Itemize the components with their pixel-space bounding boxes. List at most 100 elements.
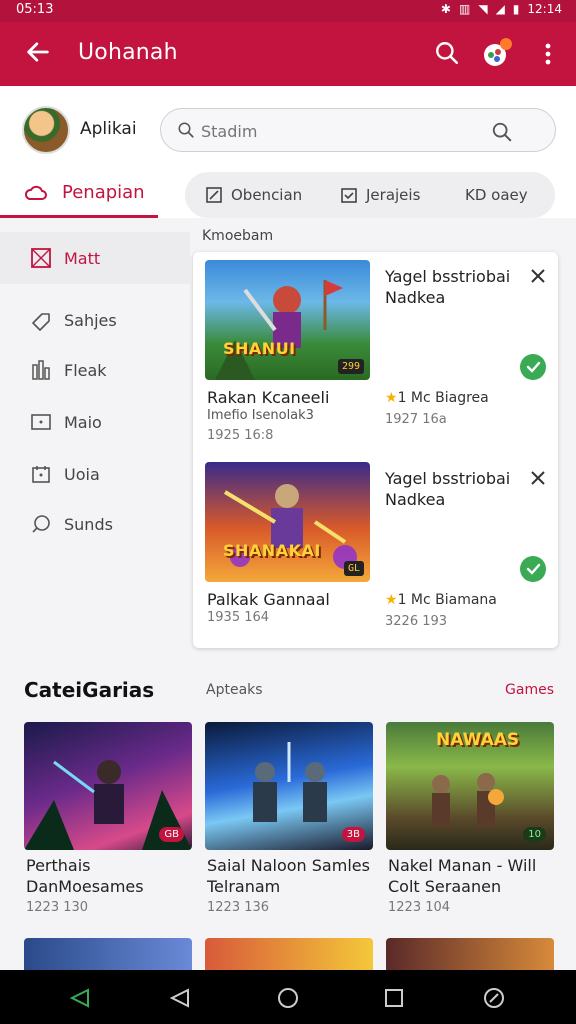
more-options-icon[interactable] [538, 40, 558, 68]
tab-penapian[interactable]: Penapian [0, 172, 158, 218]
system-nav-bar [0, 970, 576, 1024]
category-line-1: Saial Naloon Samles [207, 856, 370, 875]
category-tile-peek[interactable] [24, 938, 192, 970]
category-badge: 10 [523, 827, 546, 842]
category-tile[interactable]: GB Perthais DanMoesames 1223 130 [24, 722, 192, 922]
sidebar-item-maio[interactable]: Maio [0, 396, 190, 448]
game-thumbnail[interactable]: SHANAKAI GL [205, 462, 370, 582]
notification-icon[interactable] [480, 36, 514, 70]
sidebar-item-uoia[interactable]: Uoia [0, 448, 190, 500]
search-input[interactable] [201, 119, 481, 143]
category-line-2: Telranam [207, 877, 281, 896]
profile-search-row: Aplikai [0, 86, 576, 172]
game-name: Palkak Gannaal [207, 590, 330, 609]
tab-label: Penapian [62, 182, 145, 203]
category-image[interactable]: GB [24, 722, 192, 850]
avatar[interactable] [22, 106, 70, 154]
back-arrow-icon[interactable] [24, 38, 52, 66]
sidebar-item-sahjes[interactable]: Sahjes [0, 294, 190, 346]
category-tile[interactable]: 3B Saial Naloon Samles Telranam 1223 136 [205, 722, 373, 922]
sidebar-item-fleak[interactable]: Fleak [0, 344, 190, 396]
wifi-icon: ◥ [478, 2, 488, 16]
categories-subtitle[interactable]: Apteaks [206, 682, 263, 698]
categories-title: CateiGarias [24, 678, 155, 702]
check-mark [526, 563, 541, 575]
nfc-icon: ▥ [458, 2, 471, 16]
sidebar-item-label: Fleak [64, 360, 107, 380]
signal-icon: ◢ [495, 2, 505, 16]
categories-link[interactable]: Games [505, 682, 554, 698]
category-line-2: DanMoesames [26, 877, 144, 896]
category-meta: 1223 130 [26, 900, 89, 915]
back-nav-icon[interactable] [68, 986, 92, 1010]
status-time: 05:13 [16, 2, 54, 17]
bars-icon [32, 360, 50, 380]
tab-jerajeis[interactable]: Jerajeis [340, 184, 420, 206]
category-badge: 3B [341, 827, 365, 842]
sidebar-item-sunds[interactable]: Sunds [0, 498, 190, 550]
close-icon[interactable] [530, 268, 546, 284]
search-icon[interactable] [434, 40, 460, 66]
tab-obencian[interactable]: Obencian [205, 184, 302, 206]
category-tile[interactable]: NAWAAS 10 Nakel Manan - Will Colt Seraan… [386, 722, 554, 922]
game-meta-2: 3226 193 [385, 614, 448, 629]
game-rating: ★1 Mc Biagrea [385, 390, 489, 406]
category-tile-peek[interactable] [205, 938, 373, 970]
game-thumb-badge: GL [343, 561, 364, 576]
rating-text: 1 Mc Biamana [397, 592, 497, 608]
category-image[interactable]: 3B [205, 722, 373, 850]
sidebar: Matt Sahjes Fleak Maio Uoia Sunds [0, 218, 190, 668]
check-icon[interactable] [520, 354, 546, 380]
app-bar: Uohanah [0, 22, 576, 86]
app-title: Uohanah [78, 40, 178, 65]
edit-box-icon [206, 187, 222, 203]
game-subtitle: Imefio Isenolak3 [207, 408, 314, 423]
tab-label: Jerajeis [366, 186, 421, 204]
tabs-row: Penapian Obencian Jerajeis KD oaey [0, 172, 576, 218]
sidebar-item-label: Sunds [64, 514, 113, 534]
search-icon [178, 122, 194, 138]
game-name: Rakan Kcaneeli [207, 388, 330, 407]
assistant-icon[interactable] [482, 986, 506, 1010]
game-card[interactable]: SHANUI 299 Rakan Kcaneeli Imefio Isenola… [193, 252, 558, 448]
star-icon: ★ [385, 592, 398, 608]
status-bar: 05:13 ✱ ▥ ◥ ◢ ▮ 12:14 [0, 0, 576, 22]
tab-kd-oaey[interactable]: KD oaey [465, 184, 528, 206]
calendar-icon [32, 466, 50, 483]
game-meta: 1935 164 [207, 610, 270, 625]
chat-icon [32, 515, 50, 533]
profile-name: Aplikai [80, 119, 137, 139]
section-label: Kmoebam [202, 228, 274, 244]
category-image[interactable]: NAWAAS 10 [386, 722, 554, 850]
sidebar-item-matt[interactable]: Matt [0, 232, 190, 284]
check-icon[interactable] [520, 556, 546, 582]
game-meta: 1925 16:8 [207, 428, 274, 443]
tag-icon [32, 313, 50, 331]
status-icons: ✱ ▥ ◥ ◢ ▮ 12:14 [441, 2, 562, 16]
category-line-1: Nakel Manan - Will [388, 856, 537, 875]
search-bar[interactable] [160, 108, 556, 152]
bluetooth-icon: ✱ [440, 2, 451, 16]
back-triangle-icon[interactable] [168, 986, 192, 1010]
category-meta: 1223 104 [388, 900, 451, 915]
tab-label: KD oaey [465, 186, 528, 204]
game-thumbnail[interactable]: SHANUI 299 [205, 260, 370, 380]
sidebar-item-label: Maio [64, 412, 102, 432]
box-icon [31, 248, 51, 268]
game-card[interactable]: SHANAKAI GL Palkak Gannaal 1935 164 Yage… [193, 454, 558, 650]
category-meta: 1223 136 [207, 900, 270, 915]
sidebar-item-label: Sahjes [64, 310, 117, 330]
mail-icon [31, 414, 51, 430]
home-icon[interactable] [276, 986, 300, 1010]
close-icon[interactable] [530, 470, 546, 486]
search-submit-icon[interactable] [491, 121, 513, 143]
game-thumb-title: SHANAKAI [223, 541, 321, 560]
recents-icon[interactable] [382, 986, 406, 1010]
category-tile-peek[interactable] [386, 938, 554, 970]
check-mark [526, 361, 541, 373]
status-clock-right: 12:14 [527, 2, 562, 16]
star-icon: ★ [385, 390, 398, 406]
game-headline: Yagel bsstriobai Nadkea [385, 267, 511, 307]
game-meta-2: 1927 16a [385, 412, 447, 427]
game-headline: Yagel bsstriobai Nadkea [385, 469, 511, 509]
